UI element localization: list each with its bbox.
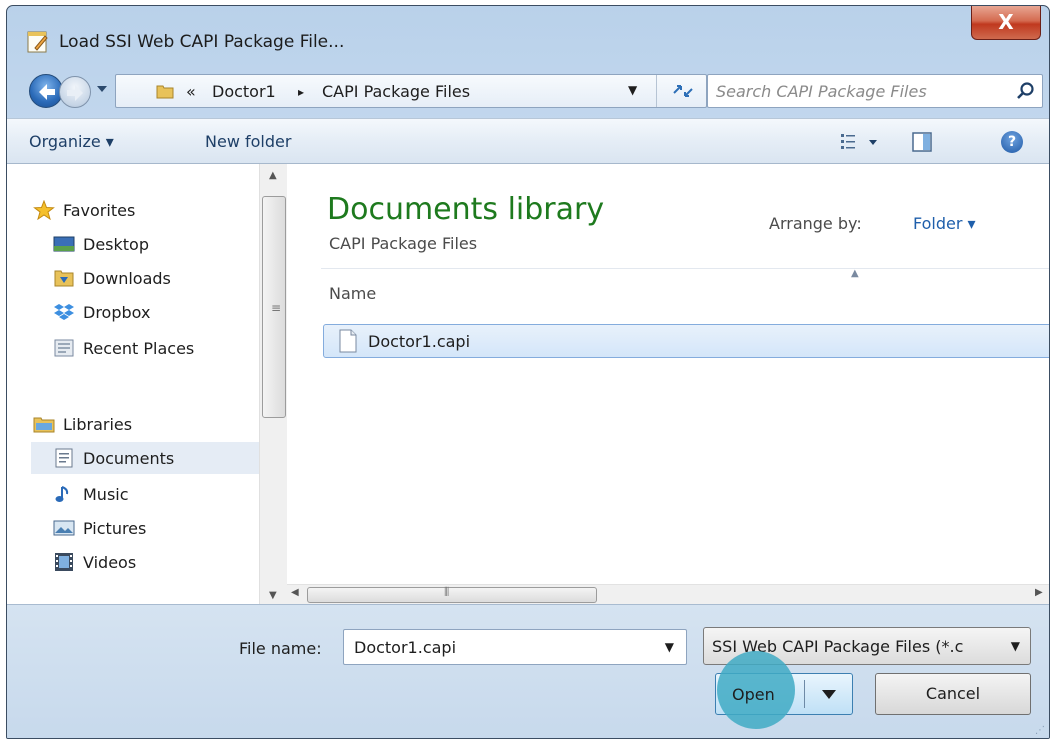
folder-icon (156, 85, 174, 99)
grip-icon: ⦀ (444, 585, 450, 599)
title-bar[interactable]: Load SSI Web CAPI Package File... X (7, 6, 1049, 66)
back-button[interactable] (29, 74, 63, 108)
sort-ascending-icon: ▲ (851, 268, 859, 279)
sidebar-item-label: Documents (83, 448, 175, 468)
scroll-thumb[interactable]: ⦀ (307, 585, 597, 603)
recent-locations-chevron-icon[interactable] (95, 82, 109, 96)
libraries-icon (33, 417, 55, 433)
address-bar[interactable]: « Doctor1 ▸ CAPI Package Files ▼ (115, 74, 707, 108)
refresh-icon (672, 85, 693, 97)
dropbox-icon (54, 304, 74, 320)
file-name-dropdown-icon[interactable]: ▼ (665, 640, 674, 654)
sidebar-item-music[interactable]: Music (53, 478, 129, 510)
scroll-right-icon[interactable]: ▶ (1035, 587, 1043, 598)
cancel-button[interactable]: Cancel (875, 673, 1031, 715)
search-box[interactable]: Search CAPI Package Files (707, 74, 1043, 108)
forward-button[interactable] (59, 76, 91, 108)
downloads-icon (54, 270, 74, 287)
open-file-dialog: Load SSI Web CAPI Package File... X « Do… (6, 5, 1050, 739)
address-dropdown-icon[interactable]: ▼ (628, 83, 637, 97)
split-divider (804, 680, 805, 708)
window-title: Load SSI Web CAPI Package File... (59, 32, 345, 52)
sidebar-item-label: Recent Places (83, 338, 195, 358)
file-name-label: File name: (239, 639, 322, 658)
arrange-by-dropdown[interactable]: Folder ▾ (913, 214, 976, 233)
sidebar-item-label: Downloads (83, 268, 171, 288)
arrow-right-icon (67, 85, 83, 101)
sidebar-item-videos[interactable]: Videos (53, 546, 136, 578)
sidebar-item-documents[interactable]: Documents (31, 442, 259, 474)
file-icon (339, 329, 357, 353)
sidebar-item-downloads[interactable]: Downloads (53, 262, 171, 294)
dialog-footer: File name: Doctor1.capi ▼ SSI Web CAPI P… (7, 604, 1049, 738)
file-name-field[interactable]: Doctor1.capi ▼ (343, 629, 687, 665)
search-icon[interactable] (1016, 81, 1036, 101)
navigation-bar: « Doctor1 ▸ CAPI Package Files ▼ Search … (7, 70, 1049, 114)
sidebar-item-label: Dropbox (83, 302, 151, 322)
chevron-down-icon[interactable]: ▼ (1011, 639, 1020, 653)
content-area: Favorites Desktop Downloads Dropbox Rece… (7, 164, 1049, 604)
organize-menu[interactable]: Organize ▾ (29, 132, 114, 151)
scroll-down-icon[interactable]: ▼ (269, 590, 277, 601)
command-toolbar: Organize ▾ New folder ? (7, 118, 1049, 164)
file-name: Doctor1.capi (368, 331, 471, 351)
sidebar-item-label: Videos (83, 552, 137, 572)
document-edit-icon (27, 31, 48, 53)
grip-icon: ≡ (271, 301, 282, 315)
arrange-by-label: Arrange by: (769, 214, 862, 233)
pictures-icon (53, 520, 75, 536)
address-overflow[interactable]: « (186, 82, 196, 101)
scroll-up-icon[interactable]: ▲ (269, 170, 277, 181)
desktop-icon (53, 236, 75, 252)
videos-icon (55, 553, 73, 571)
open-button-label: Open (732, 685, 775, 704)
views-button[interactable] (839, 131, 883, 153)
resize-grip-icon[interactable]: ⋰ (1035, 725, 1045, 736)
documents-icon (55, 448, 73, 468)
sidebar-item-libraries[interactable]: Libraries (33, 408, 132, 440)
library-title: Documents library (327, 192, 605, 227)
library-subtitle: CAPI Package Files (329, 234, 478, 253)
chevron-down-icon[interactable] (814, 684, 844, 704)
close-button[interactable]: X (971, 6, 1041, 40)
navigation-pane-scrollbar[interactable]: ▲ ≡ ▼ (259, 164, 287, 604)
sidebar-item-recent-places[interactable]: Recent Places (53, 332, 194, 364)
breadcrumb-separator[interactable]: ▸ (298, 85, 304, 99)
star-icon (33, 200, 55, 220)
help-button[interactable]: ? (1001, 131, 1023, 153)
music-icon (55, 486, 69, 502)
refresh-button[interactable] (656, 75, 708, 107)
sidebar-item-dropbox[interactable]: Dropbox (53, 296, 150, 328)
sidebar-item-label: Pictures (83, 518, 147, 538)
header-divider (321, 268, 1049, 269)
sidebar-item-label: Desktop (83, 234, 149, 254)
navigation-pane: Favorites Desktop Downloads Dropbox Rece… (7, 164, 307, 604)
file-list-pane: Documents library CAPI Package Files Arr… (303, 164, 1049, 604)
breadcrumb-doctor1[interactable]: Doctor1 (212, 82, 276, 101)
preview-pane-icon[interactable] (911, 131, 933, 153)
recent-places-icon (54, 339, 74, 357)
new-folder-button[interactable]: New folder (205, 132, 291, 151)
column-header-name[interactable]: Name (329, 284, 376, 303)
breadcrumb-capi-package-files[interactable]: CAPI Package Files (322, 82, 470, 101)
sidebar-item-favorites[interactable]: Favorites (33, 194, 135, 226)
file-name-value[interactable]: Doctor1.capi (354, 638, 456, 657)
scroll-left-icon[interactable]: ◀ (291, 587, 299, 598)
search-input[interactable]: Search CAPI Package Files (716, 82, 927, 101)
sidebar-item-label: Favorites (63, 200, 136, 220)
sidebar-item-pictures[interactable]: Pictures (53, 512, 146, 544)
sidebar-item-label: Libraries (63, 414, 133, 434)
scroll-thumb[interactable]: ≡ (262, 196, 286, 418)
sidebar-item-label: Music (83, 484, 129, 504)
sidebar-item-desktop[interactable]: Desktop (53, 228, 149, 260)
file-item[interactable]: Doctor1.capi (323, 324, 1049, 358)
file-list-horizontal-scrollbar[interactable]: ◀ ⦀ ▶ (287, 584, 1049, 604)
details-view-icon (841, 134, 877, 149)
